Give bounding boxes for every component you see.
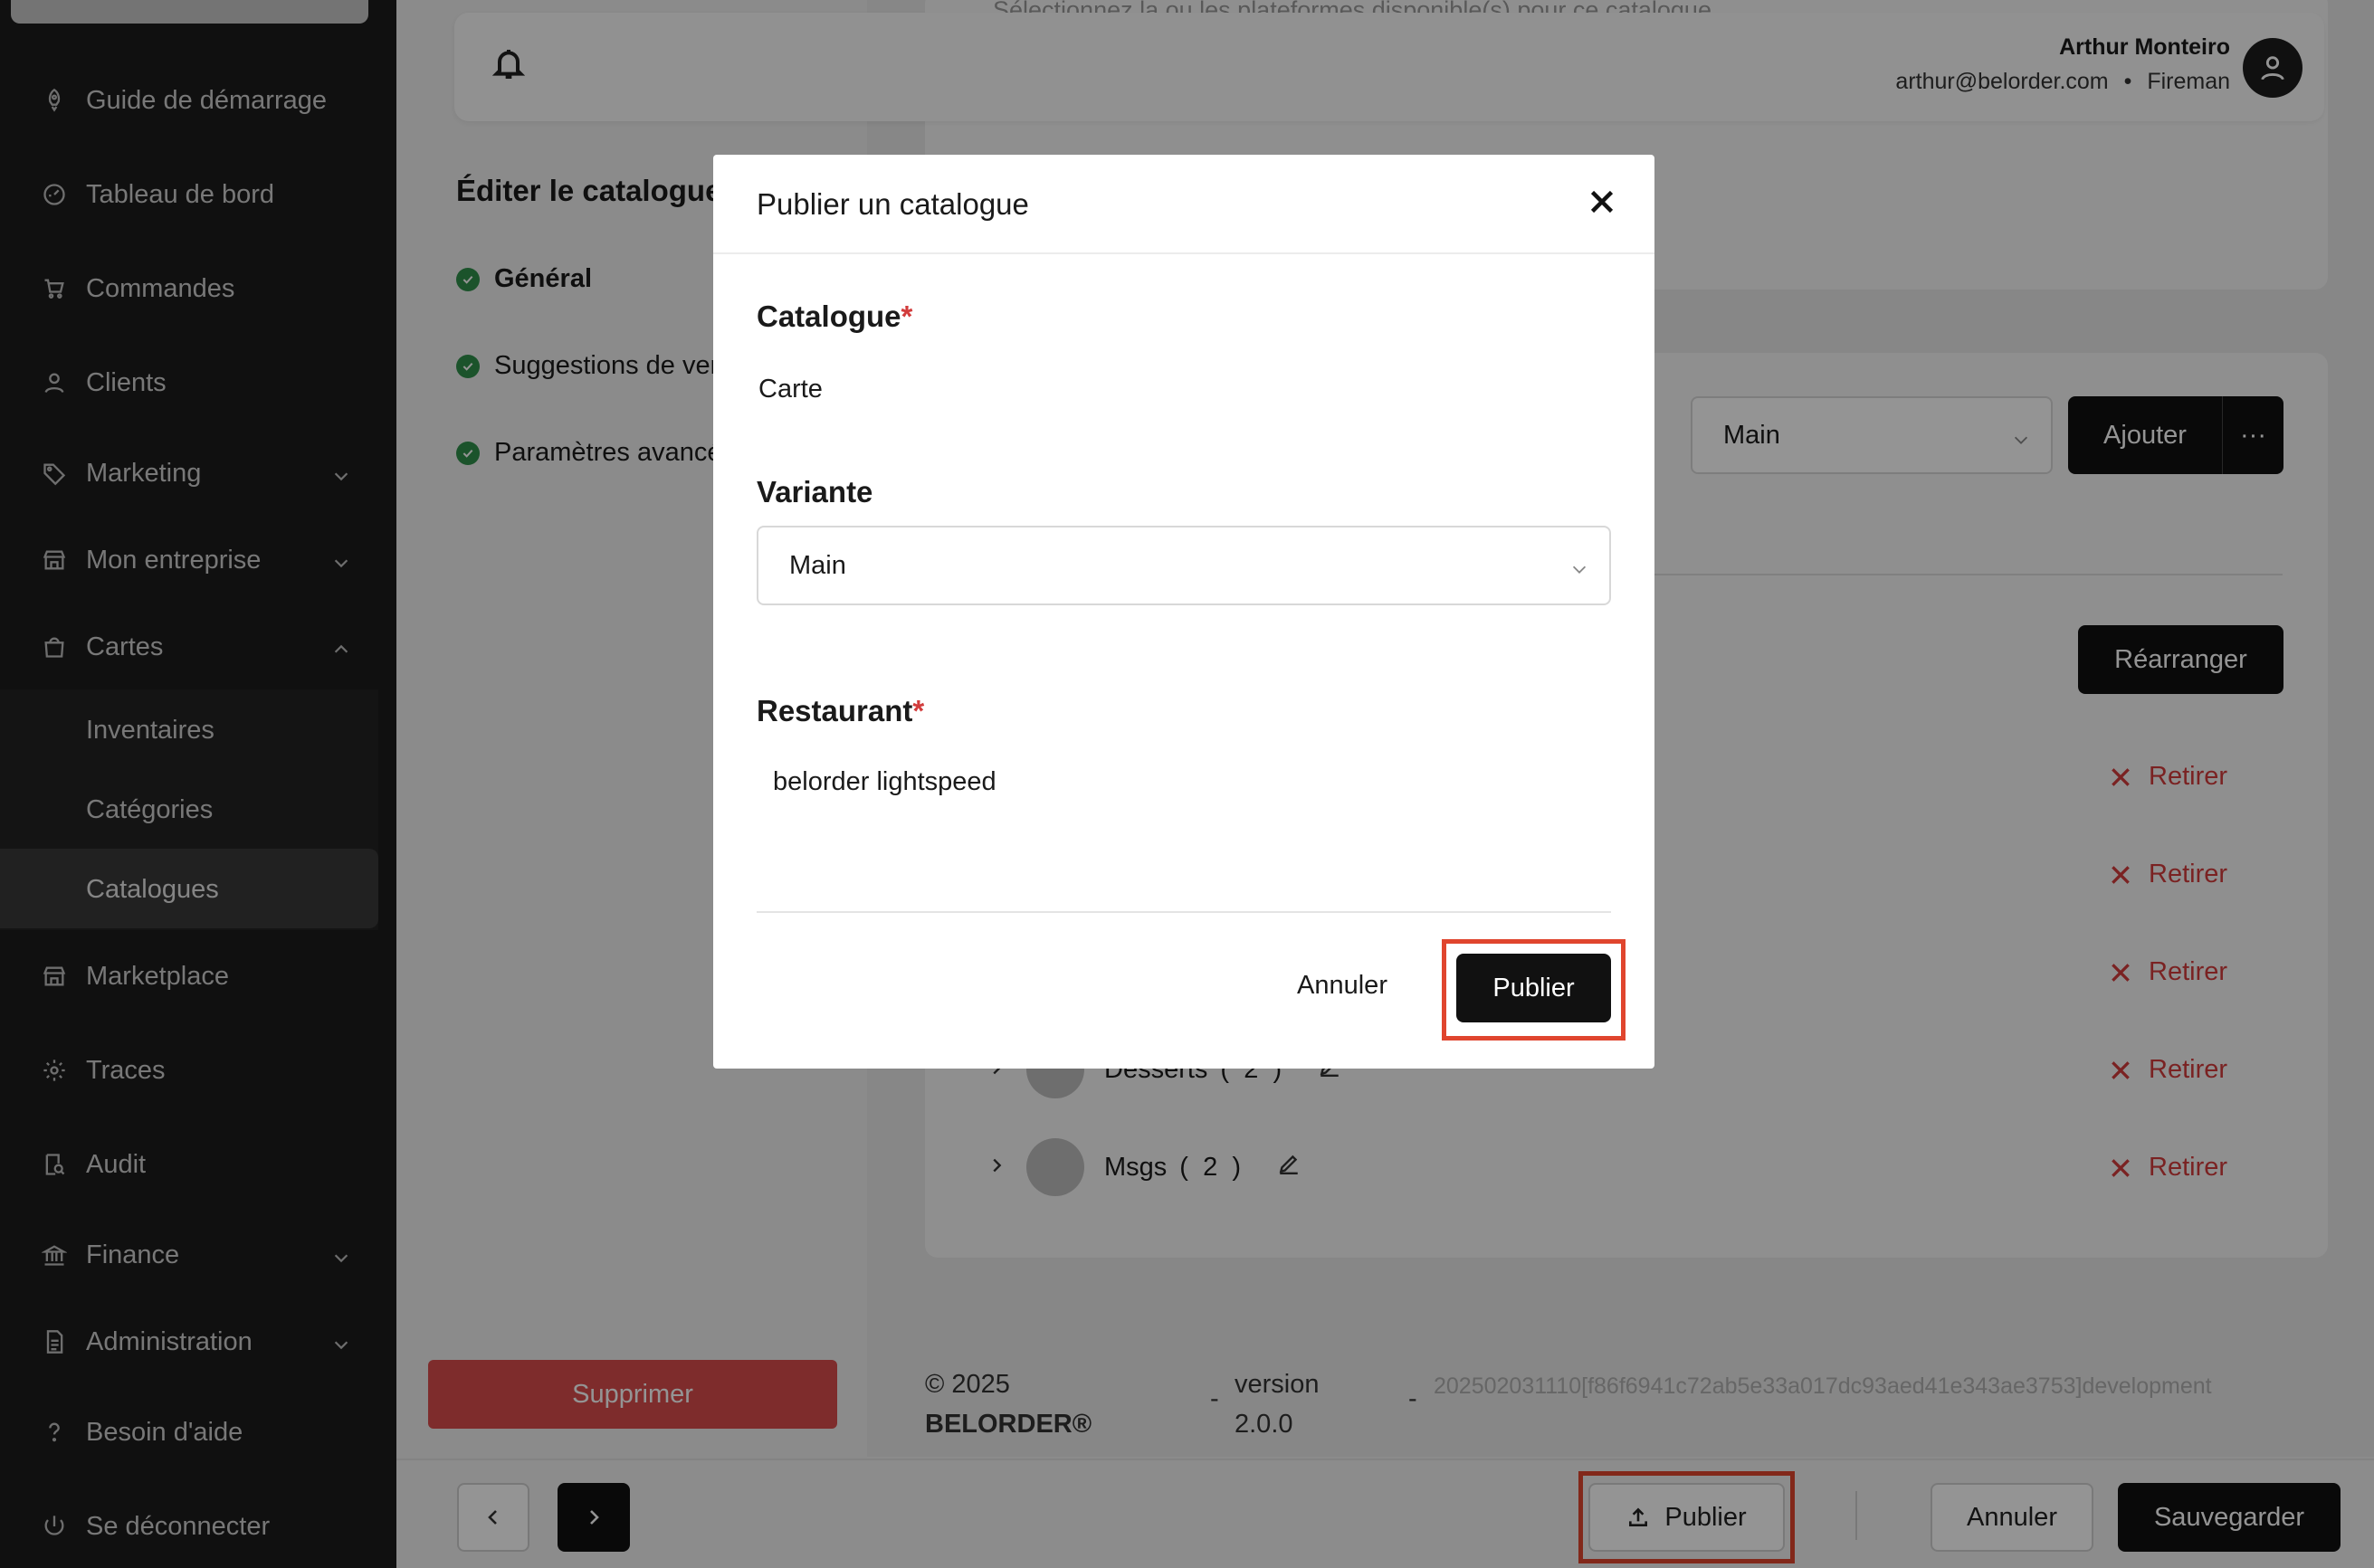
modal-header-divider (713, 252, 1654, 254)
chevron-down-icon (1569, 556, 1589, 586)
close-icon[interactable] (1586, 185, 1622, 222)
restaurant-label-text: Restaurant (757, 694, 913, 727)
modal-cancel-button[interactable]: Annuler (1261, 951, 1424, 1020)
modal-title: Publier un catalogue (757, 187, 1029, 221)
catalogue-value: Carte (758, 375, 823, 404)
variant-select-value: Main (789, 550, 846, 580)
catalogue-label: Catalogue* (757, 299, 912, 334)
restaurant-label: Restaurant* (757, 694, 924, 728)
required-mark: * (901, 299, 913, 333)
catalogue-label-text: Catalogue (757, 299, 901, 333)
highlight-box (1442, 939, 1626, 1041)
variant-label: Variante (757, 475, 873, 508)
required-mark: * (912, 694, 925, 727)
publish-modal: Publier un catalogue Catalogue* Carte Va… (713, 155, 1654, 1069)
restaurant-value: belorder lightspeed (773, 767, 996, 796)
variant-select-modal[interactable]: Main (757, 526, 1611, 605)
modal-footer-divider (757, 911, 1611, 913)
